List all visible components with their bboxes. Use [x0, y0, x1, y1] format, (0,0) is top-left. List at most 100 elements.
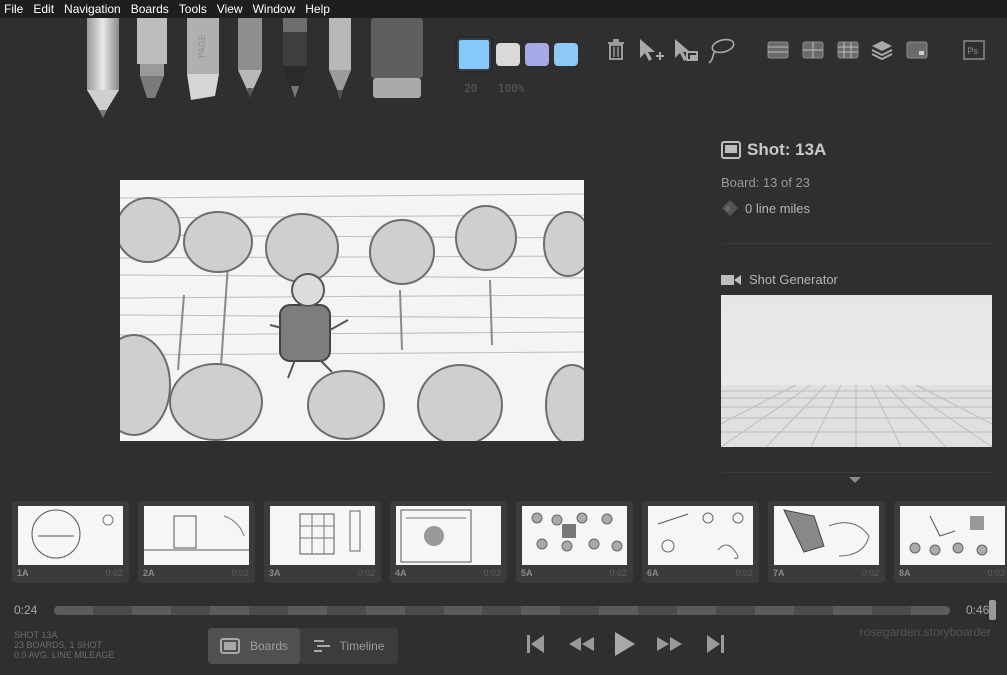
grid-guide-icon[interactable]	[837, 41, 859, 59]
timeline-segment[interactable]	[794, 606, 834, 615]
move-icon[interactable]	[638, 38, 666, 64]
eraser-tool[interactable]	[369, 18, 425, 102]
brush-pen-tool[interactable]	[135, 18, 169, 102]
skip-to-end-icon[interactable]	[705, 632, 725, 656]
timeline-segment[interactable]	[209, 606, 249, 615]
menu-file[interactable]: File	[0, 0, 28, 18]
pen-tool[interactable]	[326, 18, 354, 102]
boards-mode-button[interactable]: Boards	[208, 628, 300, 664]
timeline-segment[interactable]	[248, 606, 288, 615]
timeline-segment[interactable]	[910, 606, 950, 615]
timeline-segment[interactable]	[677, 606, 717, 615]
thumbnail-image	[522, 506, 627, 565]
onion-skin-icon[interactable]	[906, 41, 928, 59]
marker-tool[interactable]	[280, 18, 310, 102]
thumbnail-duration: 0:02	[987, 568, 1005, 578]
thumbnail-duration: 0:02	[861, 568, 879, 578]
menu-tools[interactable]: Tools	[174, 0, 212, 18]
shot-generator-floor	[721, 384, 992, 447]
thumbnail-image	[774, 506, 879, 565]
thumbnail-3A[interactable]: 3A 0:02	[264, 501, 381, 583]
thumbnail-image	[396, 506, 501, 565]
timeline-segment[interactable]	[716, 606, 756, 615]
timeline-segment[interactable]	[287, 606, 327, 615]
timeline-segment[interactable]	[560, 606, 600, 615]
thumbnail-number: 2A	[143, 568, 155, 578]
timeline-end-time: 0:46	[966, 603, 990, 617]
shot-generator-preview[interactable]	[721, 295, 992, 447]
timeline-segment[interactable]	[833, 606, 873, 615]
board-thumbnails: 1A 0:02 2A 0:02 3A 0:02 4A 0:02 5A 0:02 …	[0, 500, 1007, 584]
timeline-segment[interactable]	[54, 606, 93, 615]
thumbnail-6A[interactable]: 6A 0:02	[642, 501, 759, 583]
thumbnail-duration: 0:02	[231, 568, 249, 578]
brush-size: 20	[464, 82, 478, 95]
video-camera-icon	[721, 274, 741, 285]
color-swatch-primary[interactable]	[457, 37, 491, 71]
thumbnail-4A[interactable]: 4A 0:02	[390, 501, 507, 583]
photoshop-icon[interactable]: Ps	[963, 40, 985, 60]
timeline-segment[interactable]	[443, 606, 483, 615]
shot-generator-text: Shot Generator	[749, 272, 838, 287]
hard-pencil-tool[interactable]	[235, 18, 265, 102]
trash-icon[interactable]	[606, 39, 626, 61]
shot-title-text: Shot: 13A	[747, 140, 827, 159]
thumbnail-image	[900, 506, 1005, 565]
timeline-segment[interactable]	[92, 606, 132, 615]
color-swatch-3[interactable]	[554, 42, 578, 66]
light-pencil-tool[interactable]	[84, 18, 122, 122]
center-guide-icon[interactable]	[802, 41, 824, 59]
timeline-segment[interactable]	[872, 606, 911, 615]
thumbnail-duration: 0:02	[609, 568, 627, 578]
rewind-icon[interactable]	[567, 632, 595, 656]
thumbnail-number: 4A	[395, 568, 407, 578]
chevron-down-icon[interactable]	[849, 477, 861, 483]
thumbnail-number: 6A	[647, 568, 659, 578]
timeline-segment[interactable]	[365, 606, 405, 615]
timeline-segment[interactable]	[521, 606, 561, 615]
svg-text:Ps: Ps	[968, 46, 979, 56]
timeline-segment[interactable]	[482, 606, 522, 615]
menu-view[interactable]: View	[212, 0, 248, 18]
svg-text:0: 0	[726, 206, 730, 213]
menu-navigation[interactable]: Navigation	[59, 0, 126, 18]
drawing-canvas[interactable]	[120, 180, 584, 441]
shot-title: Shot: 13A	[721, 140, 826, 160]
timeline-segment[interactable]	[638, 606, 678, 615]
thirds-guide-icon[interactable]	[767, 41, 789, 59]
pencil-tool[interactable]: PAGE	[185, 18, 221, 102]
timeline-segment[interactable]	[755, 606, 795, 615]
color-swatch-2[interactable]	[525, 42, 549, 66]
timeline-segment[interactable]	[326, 606, 366, 615]
timeline-mode-button[interactable]: Timeline	[300, 628, 398, 664]
shot-generator-label: Shot Generator	[721, 272, 838, 287]
timeline-segment[interactable]	[131, 606, 171, 615]
fast-forward-icon[interactable]	[656, 632, 684, 656]
menu-window[interactable]: Window	[248, 0, 301, 18]
thumbnail-number: 8A	[899, 568, 911, 578]
color-swatches	[453, 34, 587, 74]
thumbnail-7A[interactable]: 7A 0:02	[768, 501, 885, 583]
thumbnail-8A[interactable]: 8A 0:02	[894, 501, 1007, 583]
skip-to-start-icon[interactable]	[526, 632, 546, 656]
menu-help[interactable]: Help	[300, 0, 335, 18]
menu-edit[interactable]: Edit	[28, 0, 59, 18]
color-swatch-1[interactable]	[496, 42, 520, 66]
thumbnail-duration: 0:02	[357, 568, 375, 578]
timeline-segment[interactable]	[404, 606, 444, 615]
line-mileage-icon: 0	[722, 200, 738, 216]
menu-bar: File Edit Navigation Boards Tools View W…	[0, 0, 1007, 18]
summary-shot: SHOT 13A	[14, 630, 58, 640]
play-icon[interactable]	[613, 630, 637, 658]
thumbnail-2A[interactable]: 2A 0:02	[138, 501, 255, 583]
layers-icon[interactable]	[871, 39, 893, 61]
thumbnail-1A[interactable]: 1A 0:02	[12, 501, 129, 583]
timeline-playhead[interactable]	[989, 600, 996, 620]
timeline-segment[interactable]	[599, 606, 639, 615]
timeline-scrubber[interactable]	[54, 606, 950, 615]
thumbnail-5A[interactable]: 5A 0:02	[516, 501, 633, 583]
menu-boards[interactable]: Boards	[126, 0, 174, 18]
lasso-icon[interactable]	[706, 37, 736, 65]
scale-icon[interactable]	[673, 38, 701, 64]
timeline-segment[interactable]	[170, 606, 210, 615]
